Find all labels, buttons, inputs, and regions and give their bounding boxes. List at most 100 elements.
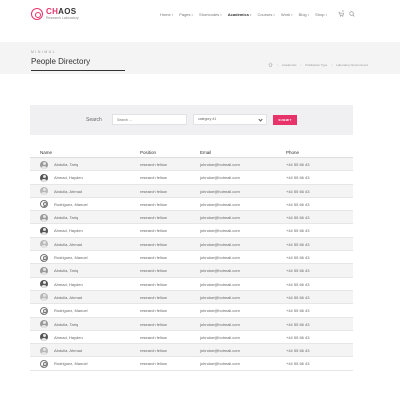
cell-phone: +44 55 66 43	[286, 334, 310, 340]
table-row[interactable]: Rodriguez, Manuel research fellow johndoe@…	[30, 251, 353, 265]
brand-title: CHAOS	[46, 8, 79, 16]
cell-email[interactable]: johndoe@hotmail.com	[200, 162, 240, 167]
table-row[interactable]: Abdulla, Tariq research fellow johndoe@hot…	[30, 211, 353, 225]
cell-name: Rodriguez, Manuel	[54, 255, 88, 261]
cell-email[interactable]: johndoe@hotmail.com	[200, 268, 240, 273]
nav-item-label: Shortcodes	[199, 12, 220, 17]
nav-item[interactable]: Academics ▾	[228, 12, 252, 17]
cell-email[interactable]: johndoe@hotmail.com	[200, 308, 240, 313]
chevron-down-icon: ▾	[249, 12, 252, 17]
breadcrumb-item[interactable]: Academics	[282, 63, 297, 67]
cell-email[interactable]: johndoe@hotmail.com	[200, 282, 240, 287]
breadcrumb: / Academics / Publication Type / Laborat…	[268, 62, 368, 67]
home-icon[interactable]	[268, 62, 273, 67]
table-row[interactable]: Ahmad, Hayden research fellow johndoe@hotm…	[30, 278, 353, 291]
table-row[interactable]: Abdulla, Ahmad research fellow johndoe@hot…	[30, 237, 353, 252]
cart-count: 0	[342, 9, 344, 13]
search-icon[interactable]	[349, 11, 355, 17]
table-row[interactable]: Abdulla, Ahmad research fellow johndoe@hot…	[30, 344, 353, 358]
cell-name: Abdulla, Tariq	[54, 215, 79, 221]
column-header-position[interactable]: Position	[140, 150, 156, 155]
cell-phone: +44 55 66 43	[286, 228, 310, 234]
breadcrumb-separator: /	[331, 62, 333, 67]
cell-phone: +44 55 66 43	[286, 321, 310, 327]
cell-position: research fellow	[140, 201, 167, 207]
cell-phone: +44 55 66 43	[286, 308, 310, 314]
cell-position: research fellow	[140, 215, 167, 221]
table-row[interactable]: Abdulla, Ahmad research fellow johndoe@hot…	[30, 290, 353, 305]
cell-email[interactable]: johndoe@hotmail.com	[200, 348, 240, 353]
cell-email[interactable]: johndoe@hotmail.com	[200, 242, 240, 247]
user-icon	[40, 359, 48, 368]
cell-email[interactable]: johndoe@hotmail.com	[200, 189, 240, 194]
cell-email[interactable]: johndoe@hotmail.com	[200, 255, 240, 260]
nav-item[interactable]: Work ▾	[281, 12, 293, 17]
cell-email[interactable]: johndoe@hotmail.com	[200, 295, 240, 300]
column-header-email[interactable]: Email	[200, 150, 211, 155]
user-icon	[40, 306, 48, 315]
table-row[interactable]: Ahmad, Hayden research fellow johndoe@hotm…	[30, 224, 353, 238]
table-row[interactable]: Abdulla, Ahmad research fellow johndoe@hot…	[30, 184, 353, 198]
cell-email[interactable]: johndoe@hotmail.com	[200, 215, 240, 220]
cell-email[interactable]: johndoe@hotmail.com	[200, 228, 240, 233]
cell-position: research fellow	[140, 175, 167, 181]
nav-item[interactable]: Shortcodes ▾	[199, 12, 222, 17]
cell-email[interactable]: johndoe@hotmail.com	[200, 202, 240, 207]
cell-name: Abdulla, Ahmad	[54, 294, 83, 300]
avatar	[40, 187, 48, 196]
nav-item-label: Work	[280, 12, 291, 17]
cell-email[interactable]: johndoe@hotmail.com	[200, 361, 240, 366]
cell-name: Abdulla, Tariq	[54, 162, 79, 167]
user-icon	[40, 253, 48, 262]
cell-name: Abdulla, Ahmad	[54, 188, 83, 194]
cell-position: research fellow	[140, 281, 167, 287]
cell-position: research fellow	[140, 294, 167, 300]
table-row[interactable]: Abdulla, Tariq research fellow johndoe@hot…	[30, 264, 353, 278]
column-header-name[interactable]: Name	[40, 150, 52, 155]
table-row[interactable]: Ahmad, Hayden research fellow johndoe@hotm…	[30, 331, 353, 345]
cell-phone: +44 55 66 43	[286, 361, 310, 367]
cell-position: research fellow	[140, 255, 167, 261]
nav-item[interactable]: Home ▾	[160, 12, 173, 17]
cell-name: Abdulla, Tariq	[54, 321, 79, 327]
avatar	[40, 266, 48, 275]
category-select[interactable]: category #1	[193, 114, 267, 125]
avatar	[40, 226, 48, 235]
cell-name: Ahmad, Hayden	[54, 228, 83, 234]
column-header-phone[interactable]: Phone	[286, 150, 299, 155]
cell-phone: +44 55 66 43	[286, 188, 310, 194]
cell-email[interactable]: johndoe@hotmail.com	[200, 322, 240, 327]
main-nav: Home ▾ Pages ▾ Shortcodes ▾ Academics ▾ Courses ▾…	[160, 12, 327, 17]
avatar	[40, 240, 48, 249]
nav-item[interactable]: Courses ▾	[257, 12, 274, 17]
table-row[interactable]: Abdulla, Tariq research fellow johndoe@hot…	[30, 317, 353, 331]
table-row[interactable]: Abdulla, Tariq research fellow johndoe@hot…	[30, 158, 353, 172]
nav-item-label: Home	[160, 12, 171, 17]
cell-email[interactable]: johndoe@hotmail.com	[200, 175, 240, 180]
site-logo[interactable]: CHAOS Research Laboratory	[31, 8, 79, 21]
brand-subtitle: Research Laboratory	[46, 16, 79, 20]
nav-item-label: Blog	[298, 12, 307, 17]
breadcrumb-item-current: Laboratory Environment	[336, 62, 369, 67]
table-row[interactable]: Rodriguez, Manuel research fellow johndoe@…	[30, 198, 353, 212]
cell-name: Abdulla, Ahmad	[54, 348, 83, 354]
cell-position: research fellow	[140, 308, 167, 314]
nav-item[interactable]: Pages ▾	[179, 12, 193, 17]
user-icon	[40, 200, 48, 209]
table-row[interactable]: Rodriguez, Manuel research fellow johndoe@…	[30, 357, 353, 371]
submit-button[interactable]: SUBMIT	[273, 115, 297, 125]
table-row[interactable]: Ahmad, Hayden research fellow johndoe@hotm…	[30, 171, 353, 185]
chevron-down-icon	[258, 117, 263, 122]
nav-item-label: Academics	[227, 12, 249, 17]
chevron-down-icon: ▾	[171, 12, 174, 17]
brand-title-rest: AOS	[58, 7, 77, 16]
nav-item[interactable]: Blog ▾	[299, 12, 310, 17]
cell-email[interactable]: johndoe@hotmail.com	[200, 335, 240, 340]
cell-position: research fellow	[140, 334, 167, 340]
cell-phone: +44 55 66 43	[286, 201, 310, 207]
nav-item-label: Pages	[179, 12, 191, 17]
search-input[interactable]	[112, 114, 187, 125]
table-row[interactable]: Rodriguez, Manuel research fellow johndoe@…	[30, 304, 353, 318]
breadcrumb-item[interactable]: Publication Type	[305, 63, 327, 67]
nav-item[interactable]: Shop ▾	[315, 12, 327, 17]
